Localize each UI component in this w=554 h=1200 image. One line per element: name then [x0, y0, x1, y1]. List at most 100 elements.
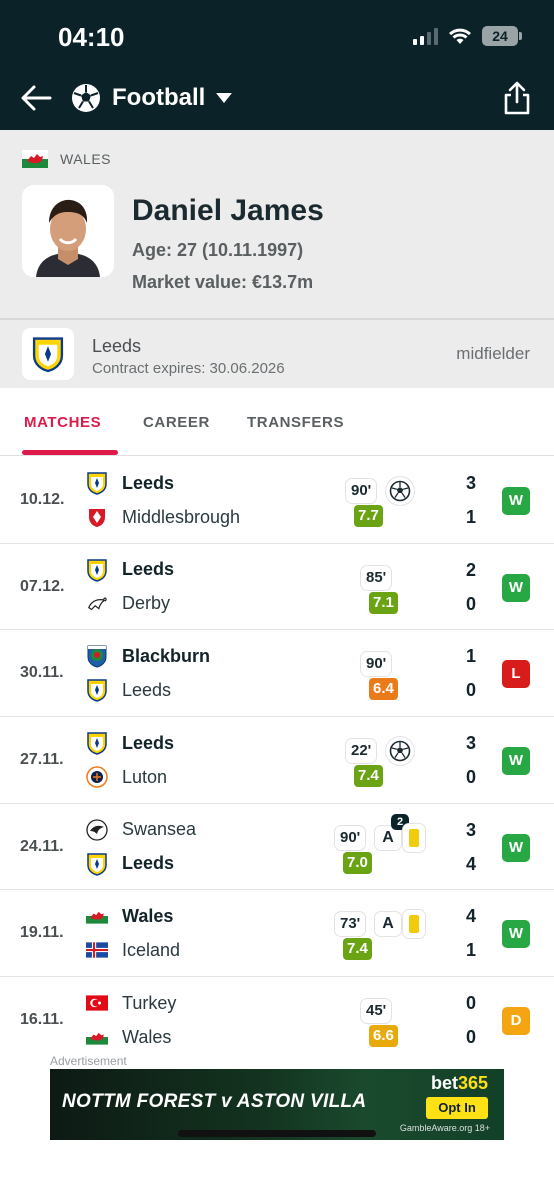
club-contract: Contract expires: 30.06.2026 [92, 360, 285, 377]
away-score: 1 [466, 940, 477, 961]
player-rating: 7.4 [343, 938, 372, 961]
player-photo [22, 185, 114, 277]
battery-icon: 24 [482, 26, 522, 46]
chevron-down-icon[interactable] [214, 92, 234, 104]
leeds-crest-icon [86, 852, 108, 876]
cellular-signal-icon [413, 27, 438, 45]
match-stats: 90' 6.4 [336, 648, 426, 701]
match-date: 16.11. [20, 1011, 64, 1029]
player-page: 04:10 24 Football WALES Daniel James Age… [0, 0, 554, 1200]
swansea-crest-icon [86, 818, 108, 842]
active-tab-indicator [22, 450, 118, 455]
match-stats: 45' 6.6 [336, 995, 426, 1048]
ad-brand-accent: 365 [457, 1073, 488, 1093]
club-logo [22, 328, 74, 380]
match-stats: 73' A 7.4 [335, 908, 426, 961]
home-score: 3 [466, 473, 477, 493]
minutes-played: 73' [335, 912, 366, 937]
away-team: Leeds [86, 852, 174, 876]
share-icon[interactable] [502, 80, 532, 116]
sport-title[interactable]: Football [112, 84, 205, 112]
match-stats: 22' 7.4 [336, 735, 426, 788]
home-indicator[interactable] [178, 1130, 376, 1137]
tab-bar: MATCHES CAREER TRANSFERS [0, 388, 554, 456]
minutes-played: 85' [361, 565, 392, 590]
status-icons: 24 [413, 26, 522, 46]
match-row[interactable]: 27.11. Leeds Luton 22' 7.4 3 0 W [0, 717, 554, 804]
player-rating: 7.0 [343, 851, 372, 874]
away-score: 0 [466, 680, 477, 701]
result-badge: W [502, 833, 530, 862]
match-row[interactable]: 07.12. Leeds Derby 85' 7.1 2 0 W [0, 543, 554, 631]
home-team-name: Wales [122, 905, 174, 926]
match-stats: 85' 7.1 [336, 562, 426, 614]
away-team-name: Leeds [122, 853, 175, 874]
match-row[interactable]: 16.11. Turkey Wales 45' 6.6 0 0 D [0, 977, 554, 1064]
wales-flag-icon [22, 150, 48, 168]
yellow-card-icon [403, 910, 425, 939]
derby-crest-icon [86, 592, 108, 616]
leeds-crest-icon [86, 558, 108, 582]
away-score: 1 [466, 507, 477, 527]
match-row[interactable]: 19.11. Wales Iceland 73' A 7.4 4 1 W [0, 890, 554, 978]
away-team-name: Derby [122, 593, 171, 614]
club-row[interactable]: Leeds Contract expires: 30.06.2026 midfi… [0, 320, 554, 388]
player-name: Daniel James [132, 194, 324, 227]
wifi-icon [449, 28, 471, 44]
player-age: Age: 27 (10.11.1997) [132, 240, 304, 260]
home-score: 3 [466, 819, 477, 840]
match-date: 27.11. [20, 751, 64, 769]
leeds-crest-icon [86, 731, 108, 755]
nav-bar: Football [0, 72, 554, 128]
football-icon[interactable] [70, 82, 102, 114]
player-rating: 6.4 [369, 678, 398, 701]
ad-opt-in-button[interactable]: Opt In [426, 1097, 488, 1119]
back-arrow-icon[interactable] [20, 84, 52, 112]
result-badge: W [502, 573, 530, 602]
tab-matches[interactable]: MATCHES [24, 414, 101, 431]
away-team: Leeds [86, 678, 171, 703]
player-position: midfielder [456, 344, 530, 363]
away-team: Wales [86, 1025, 171, 1049]
result-badge: D [502, 1007, 530, 1036]
player-rating: 7.1 [369, 591, 398, 614]
result-badge: L [502, 660, 530, 689]
goal-icon [386, 477, 414, 505]
match-date: 24.11. [20, 837, 64, 855]
match-list: 10.12. Leeds Middlesbrough 90' 7.7 3 1 W 07.12. L… [0, 457, 554, 1064]
advertisement-area: Advertisement NOTTM FOREST v ASTON VILLA… [0, 1052, 554, 1200]
home-team-name: Turkey [122, 992, 177, 1013]
away-team-name: Middlesbrough [122, 506, 241, 527]
match-date: 07.12. [20, 577, 65, 595]
home-team-name: Leeds [122, 472, 175, 493]
leeds-crest-icon [86, 471, 108, 495]
yellow-card-icon [403, 823, 425, 852]
result-badge: W [502, 920, 530, 949]
away-team-name: Wales [122, 1026, 172, 1047]
home-team-name: Leeds [122, 559, 175, 580]
home-team: Wales [86, 904, 173, 928]
match-stats: 90' A 2 7.0 [335, 813, 426, 874]
match-row[interactable]: 30.11. Blackburn Leeds 90' 6.4 1 0 L [0, 630, 554, 718]
match-date: 19.11. [20, 924, 64, 942]
goal-icon [386, 737, 414, 766]
match-date: 30.11. [20, 664, 64, 682]
tab-career[interactable]: CAREER [143, 414, 210, 431]
wales-crest-icon [86, 1025, 108, 1049]
match-row[interactable]: 24.11. Swansea Leeds 90' A 2 7.0 3 4 W [0, 803, 554, 891]
result-badge: W [502, 487, 530, 515]
minutes-played: 22' [346, 739, 377, 764]
away-team-name: Luton [122, 766, 168, 787]
home-team: Leeds [86, 558, 174, 582]
result-badge: W [502, 747, 530, 776]
away-team: Middlesbrough [86, 505, 240, 529]
luton-crest-icon [86, 765, 108, 789]
home-team: Blackburn [86, 644, 210, 668]
middlesbrough-crest-icon [86, 505, 108, 529]
tab-transfers[interactable]: TRANSFERS [247, 414, 344, 431]
home-team-name: Leeds [122, 732, 175, 753]
player-country[interactable]: WALES [22, 150, 111, 168]
match-row[interactable]: 10.12. Leeds Middlesbrough 90' 7.7 3 1 W [0, 457, 554, 544]
away-score: 0 [466, 1027, 477, 1048]
status-time: 04:10 [58, 22, 125, 52]
